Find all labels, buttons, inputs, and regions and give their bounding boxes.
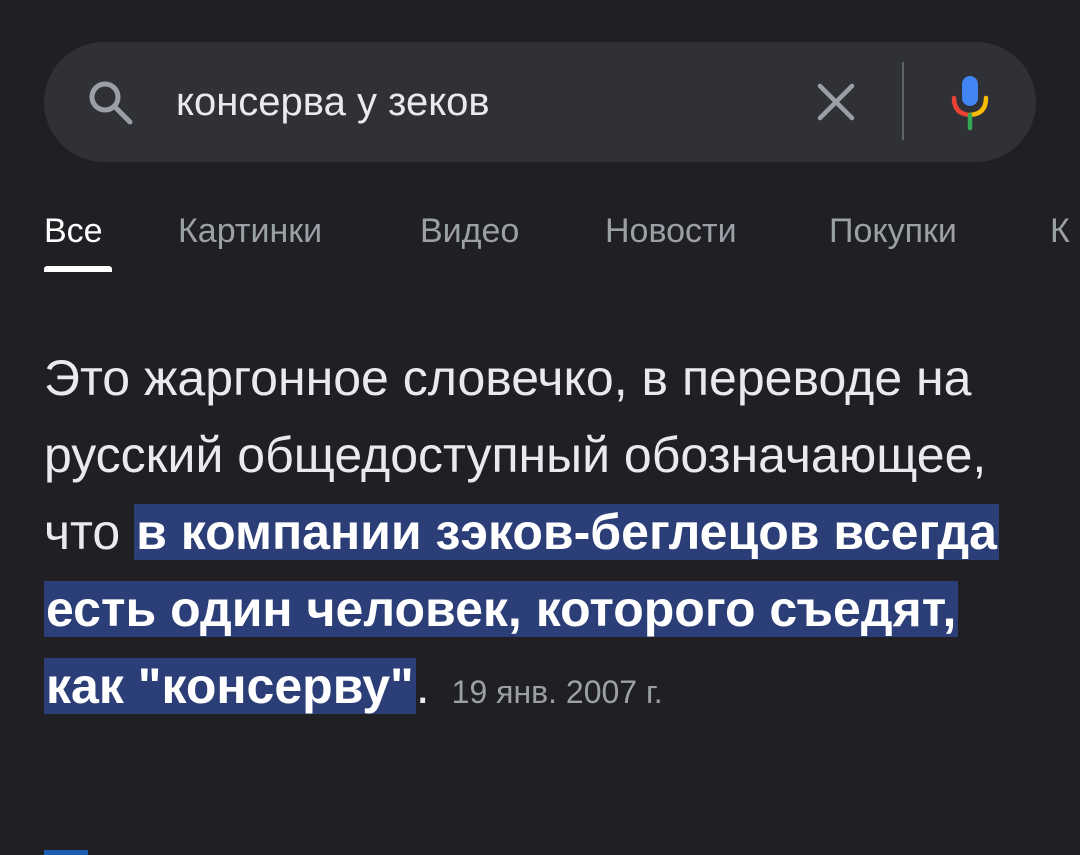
search-input[interactable] xyxy=(176,72,776,132)
tab-shopping[interactable]: Покупки xyxy=(829,212,957,251)
close-icon[interactable] xyxy=(812,78,860,126)
search-divider xyxy=(902,62,904,140)
tab-images[interactable]: Картинки xyxy=(178,212,322,251)
tab-more[interactable]: К xyxy=(1050,212,1070,251)
answer-date: 19 янв. 2007 г. xyxy=(451,674,663,710)
tab-videos[interactable]: Видео xyxy=(420,212,519,251)
featured-answer: Это жаргонное словечко, в переводе на ру… xyxy=(44,340,1044,731)
active-tab-indicator xyxy=(44,266,112,272)
tab-news[interactable]: Новости xyxy=(605,212,737,251)
search-tabs: Все Картинки Видео Новости Покупки К xyxy=(0,200,1080,280)
mic-icon[interactable] xyxy=(946,74,994,132)
next-result-edge xyxy=(44,850,88,855)
tab-all[interactable]: Все xyxy=(44,212,103,251)
answer-period: . xyxy=(415,658,430,714)
search-icon[interactable] xyxy=(86,78,134,126)
